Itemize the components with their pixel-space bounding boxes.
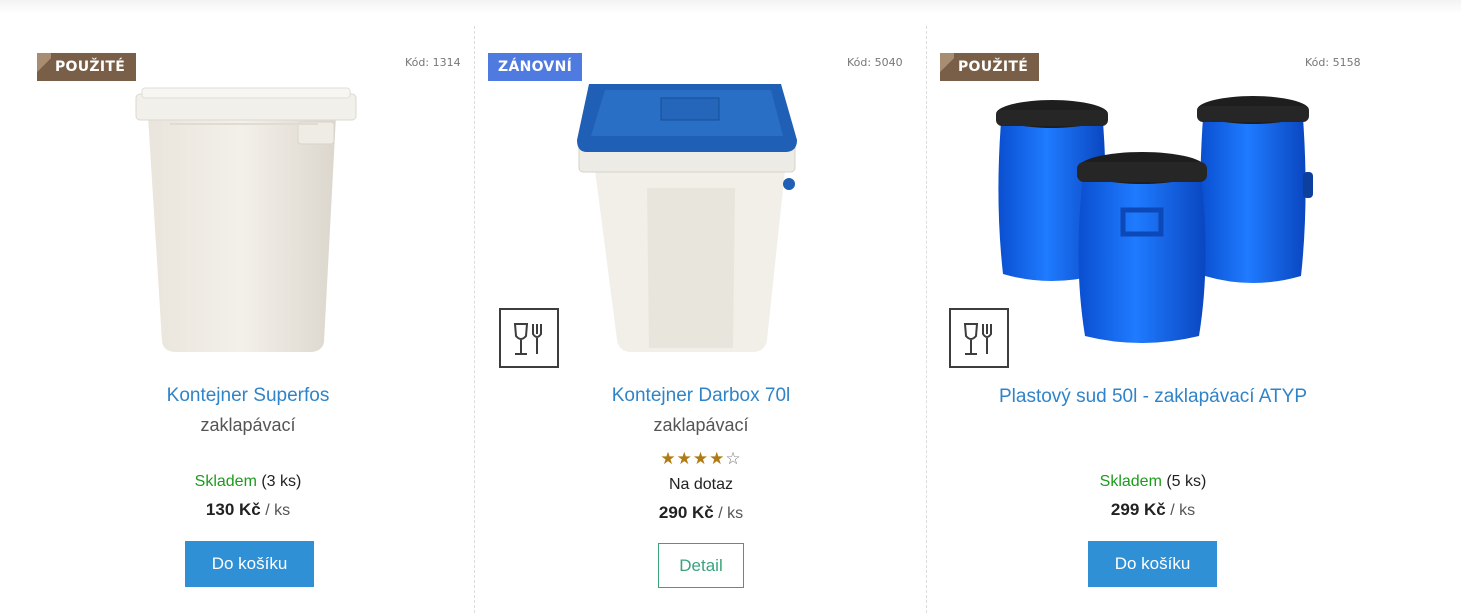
star-icon: ★	[709, 449, 726, 469]
flag-badge: POUŽITÉ	[37, 53, 137, 81]
food-safe-icon	[499, 308, 559, 368]
stock-info: Na dotaz	[475, 476, 927, 494]
product-image[interactable]	[130, 84, 370, 356]
product-card: POUŽITÉ Kód: 1314 Kontejner Superfos zak…	[22, 26, 474, 613]
stock-status: Na dotaz	[668, 476, 734, 493]
price-unit: / ks	[718, 505, 744, 522]
product-card: POUŽITÉ Kód: 5158 Plastový sud 50l - zak…	[926, 26, 1379, 613]
star-icon: ★	[676, 449, 693, 469]
price: 299 Kč / ks	[927, 500, 1379, 520]
star-empty-icon: ☆	[725, 449, 742, 469]
stock-status: Skladem	[194, 473, 257, 490]
product-subtitle: zaklapávací	[200, 415, 296, 435]
product-subtitle: zaklapávací	[653, 415, 749, 435]
price: 290 Kč / ks	[475, 503, 927, 523]
add-to-cart-button[interactable]: Do košíku	[185, 541, 314, 587]
price-unit: / ks	[1170, 502, 1196, 519]
product-card: ZÁNOVNÍ Kód: 5040 Kontejner Darbox 70l z…	[474, 26, 927, 613]
product-image[interactable]	[575, 78, 805, 358]
price-value: 290 Kč	[658, 503, 714, 522]
product-image[interactable]	[991, 92, 1321, 346]
detail-button[interactable]: Detail	[658, 543, 744, 588]
star-icon: ★	[692, 449, 710, 469]
food-safe-icon	[949, 308, 1009, 368]
product-name-link[interactable]: Kontejner Superfos	[22, 385, 474, 407]
stock-info: Skladem (3 ks)	[22, 473, 474, 491]
flag-badge: POUŽITÉ	[940, 53, 1040, 81]
stock-qty: (3 ks)	[261, 473, 302, 490]
product-code: Kód: 5158	[1305, 56, 1361, 69]
product-code: Kód: 1314	[405, 56, 461, 69]
star-icon: ★	[660, 449, 677, 469]
price-unit: / ks	[265, 502, 291, 519]
stock-qty: (5 ks)	[1166, 473, 1207, 490]
stock-status: Skladem	[1099, 473, 1162, 490]
price-value: 130 Kč	[205, 500, 261, 519]
price: 130 Kč / ks	[22, 500, 474, 520]
product-name-link[interactable]: Kontejner Darbox 70l	[475, 385, 927, 407]
rating-stars: ★★★★☆	[475, 449, 927, 469]
flag-badge: ZÁNOVNÍ	[488, 53, 583, 81]
top-shadow	[0, 0, 1461, 14]
product-code: Kód: 5040	[847, 56, 903, 69]
stock-info: Skladem (5 ks)	[927, 473, 1379, 491]
add-to-cart-button[interactable]: Do košíku	[1088, 541, 1217, 587]
price-value: 299 Kč	[1110, 500, 1166, 519]
product-name-link[interactable]: Plastový sud 50l - zaklapávací ATYP	[927, 386, 1379, 408]
